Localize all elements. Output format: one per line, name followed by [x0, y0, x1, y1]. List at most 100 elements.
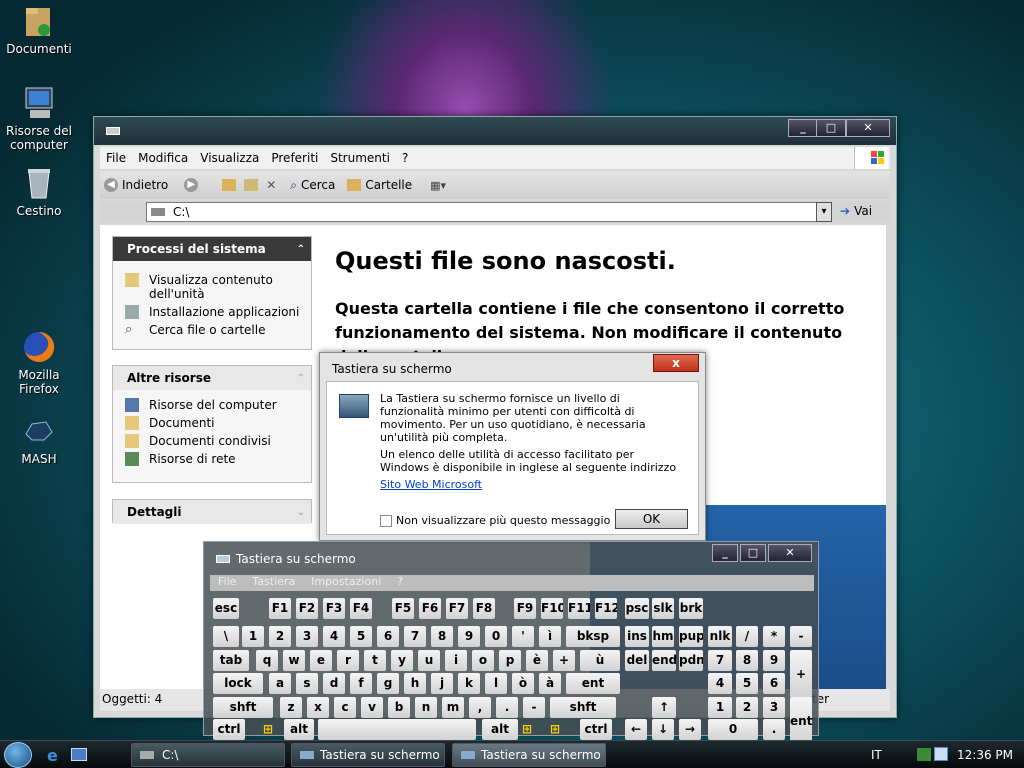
key-alt[interactable]: alt	[284, 719, 314, 740]
menu-modifica[interactable]: Modifica	[132, 151, 194, 165]
key-char-3-2[interactable]: s	[296, 673, 318, 694]
osk-menu-help[interactable]: ?	[389, 575, 411, 591]
osk-title-bar[interactable]: Tastiera su schermo	[216, 552, 356, 566]
key-char-2-11[interactable]: è	[526, 650, 548, 671]
osk-maximize-button[interactable]: □	[740, 544, 766, 562]
key-windows-right[interactable]: ⊞	[516, 719, 538, 740]
key-char-2-17[interactable]: 7	[708, 650, 732, 671]
views-icon[interactable]: ▦▾	[430, 179, 446, 192]
key-char-0-4[interactable]: F4	[350, 598, 372, 619]
go-button[interactable]: ➔ Vai	[840, 204, 872, 218]
key-char-0-11[interactable]: F11	[568, 598, 590, 619]
key-char-1-4[interactable]: 4	[323, 626, 345, 647]
key-char-1-2[interactable]: 2	[269, 626, 291, 647]
key-char-0-2[interactable]: F2	[296, 598, 318, 619]
key-char-4-5[interactable]: b	[388, 697, 410, 718]
key-arrow-left[interactable]: ←	[625, 719, 647, 740]
panel-item[interactable]: Risorse di rete	[113, 450, 311, 468]
key-char-1-11[interactable]: '	[512, 626, 534, 647]
key-arrow-down[interactable]: ↓	[652, 719, 674, 740]
clock[interactable]: 12:36 PM	[957, 748, 1013, 762]
menu-strumenti[interactable]: Strumenti	[324, 151, 396, 165]
up-folder-icon[interactable]	[222, 179, 237, 191]
key-char-1-0[interactable]: \	[213, 626, 239, 647]
address-input[interactable]: C:\	[146, 202, 818, 222]
key-char-4-1[interactable]: z	[280, 697, 302, 718]
key-char-4-15[interactable]: 3	[763, 697, 785, 718]
key-char-0-10[interactable]: F10	[541, 598, 563, 619]
key-char-4-10[interactable]: -	[523, 697, 545, 718]
osk-menu-impostazioni[interactable]: Impostazioni	[303, 575, 389, 591]
panel-item[interactable]: Documenti condivisi	[113, 432, 311, 450]
taskbar-item-explorer[interactable]: C:\	[131, 743, 285, 767]
key-windows-left[interactable]: ⊞	[256, 719, 280, 740]
key-ctrl[interactable]: ctrl	[580, 719, 612, 740]
key-caps-lock[interactable]: lock	[213, 673, 263, 694]
key-arrow-up[interactable]: ↑	[652, 697, 676, 718]
key-home[interactable]: hm	[652, 626, 674, 647]
back-button[interactable]: ◀ Indietro	[104, 178, 168, 192]
key-escape[interactable]: esc	[213, 598, 239, 619]
key-char-2-9[interactable]: o	[472, 650, 494, 671]
panel-item[interactable]: Documenti	[113, 414, 311, 432]
key-char-2-1[interactable]: q	[256, 650, 278, 671]
key-char-0-12[interactable]: F12	[595, 598, 617, 619]
menu-help[interactable]: ?	[396, 151, 414, 165]
key-char-4-2[interactable]: x	[307, 697, 329, 718]
key-menu[interactable]: ⊞	[544, 719, 566, 740]
key-char-3-3[interactable]: d	[323, 673, 345, 694]
key-char-1-6[interactable]: 6	[377, 626, 399, 647]
key-char-2-20[interactable]: +	[790, 650, 812, 698]
key-page-down[interactable]: pdn	[679, 650, 703, 671]
key-arrow-right[interactable]: →	[679, 719, 701, 740]
key-char-1-3[interactable]: 3	[296, 626, 318, 647]
key-shift[interactable]: shft	[550, 697, 616, 718]
panel-header[interactable]: Processi del sistema ⌃	[113, 237, 311, 261]
key-char-3-10[interactable]: ò	[512, 673, 534, 694]
menu-visualizza[interactable]: Visualizza	[194, 151, 265, 165]
desktop-icon-mash[interactable]: MASH	[0, 414, 78, 466]
explorer-title-bar[interactable]: _ □ ✕	[94, 117, 896, 145]
key-shift[interactable]: shft	[213, 697, 273, 718]
microsoft-link[interactable]: Sito Web Microsoft	[380, 478, 482, 491]
key-char-0-9[interactable]: F9	[514, 598, 536, 619]
key-page-up[interactable]: pup	[679, 626, 703, 647]
desktop-icon-cestino[interactable]: Cestino	[0, 166, 78, 218]
osk-menu-file[interactable]: File	[210, 575, 244, 591]
ok-button[interactable]: OK	[615, 509, 688, 529]
osk-minimize-button[interactable]: _	[712, 544, 738, 562]
forward-button[interactable]: ▶	[184, 178, 199, 192]
key-char-3-8[interactable]: k	[458, 673, 480, 694]
move-icon[interactable]	[244, 179, 259, 191]
key-char-0-1[interactable]: F1	[269, 598, 291, 619]
taskbar-item-osk[interactable]: Tastiera su schermo	[291, 743, 445, 767]
key-char-4-6[interactable]: n	[415, 697, 437, 718]
panel-header[interactable]: Altre risorse ⌃	[113, 366, 311, 390]
key-delete[interactable]: del	[625, 650, 649, 671]
key-char-3-11[interactable]: à	[539, 673, 561, 694]
start-button[interactable]	[4, 742, 32, 768]
key-end[interactable]: end	[652, 650, 676, 671]
osk-menu-tastiera[interactable]: Tastiera	[244, 575, 303, 591]
key-char-2-2[interactable]: w	[283, 650, 305, 671]
key-ctrl[interactable]: ctrl	[213, 719, 245, 740]
desktop-icon-firefox[interactable]: Mozilla Firefox	[0, 330, 78, 396]
key-char-0-7[interactable]: F7	[446, 598, 468, 619]
key-char-2-4[interactable]: r	[337, 650, 359, 671]
key-char-0-5[interactable]: F5	[392, 598, 414, 619]
key-break[interactable]: brk	[679, 598, 703, 619]
menu-file[interactable]: File	[100, 151, 132, 165]
minimize-button[interactable]: _	[788, 119, 818, 137]
key-char-4-3[interactable]: c	[334, 697, 356, 718]
key-backspace[interactable]: bksp	[566, 626, 620, 647]
key-char-2-10[interactable]: p	[499, 650, 521, 671]
key-alt[interactable]: alt	[482, 719, 518, 740]
key-char-1-1[interactable]: 1	[242, 626, 264, 647]
taskbar-item-osk-active[interactable]: Tastiera su schermo	[452, 743, 606, 767]
key-space[interactable]	[318, 719, 476, 740]
key-char-1-20[interactable]: -	[790, 626, 812, 647]
key-char-3-6[interactable]: h	[404, 673, 426, 694]
dont-show-checkbox[interactable]: Non visualizzare più questo messaggio	[380, 514, 610, 527]
panel-item[interactable]: Visualizza contenuto dell'unità	[113, 271, 311, 303]
key-char-3-9[interactable]: l	[485, 673, 507, 694]
